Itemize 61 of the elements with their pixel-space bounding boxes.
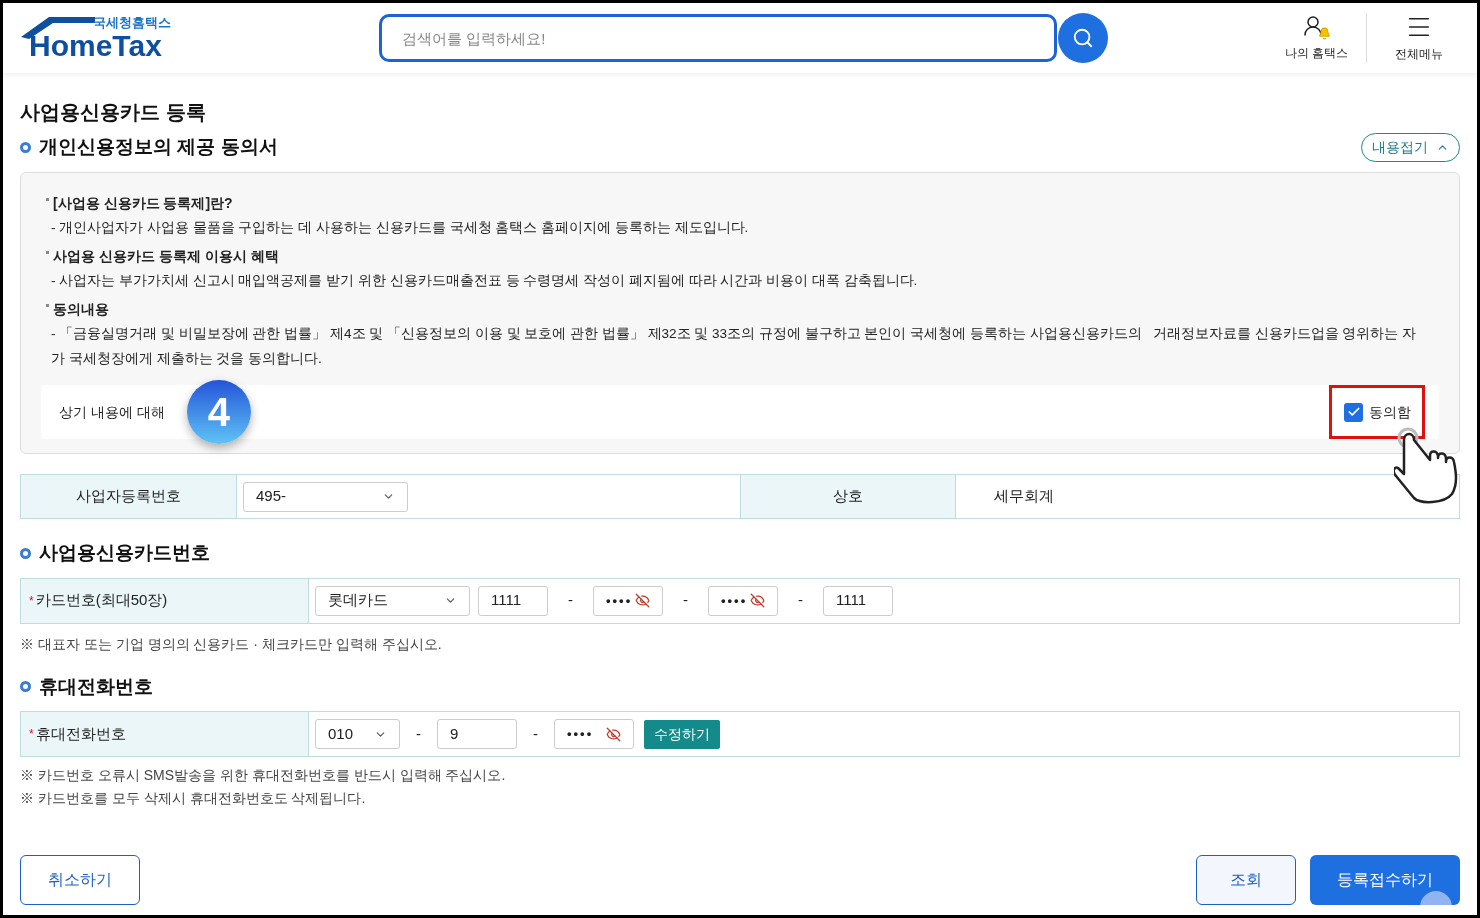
masked-input-field[interactable]: ••••	[554, 719, 634, 749]
input-field[interactable]: 1111	[478, 585, 548, 616]
agree-label: 상기 내용에 대해	[59, 402, 165, 422]
dropdown-select[interactable]: 495-	[243, 481, 408, 512]
masked-input-field[interactable]: ••••	[593, 585, 663, 616]
header-cell: 사업자등록번호	[21, 475, 237, 518]
item-body: - 「금융실명거래 및 비밀보장에 관한 법률」 제4조 및 「신용정보의 이용 및 보호에 관한 법률」 제32조 및 33조의 규정에 불구하고 본인이 국세청에 등록하는 사업용신용카드의 거래정보자료를 신용카드업을 영위하는 자가 국세청장에게 제출하는 것을 동의합니다.	[50, 325, 1418, 368]
page-title: 사업용신용카드 등록	[20, 100, 207, 125]
section-heading: 개인신용정보의 제공 동의서	[39, 135, 278, 160]
logo-subtitle: 국세청홈택스	[93, 14, 171, 32]
search-icon	[1072, 27, 1094, 49]
item-title: 사업용 신용카드 등록제 이용시 혜택	[53, 247, 279, 266]
dropdown-select[interactable]: 롯데카드	[315, 585, 470, 616]
edit-button[interactable]: 수정하기	[644, 719, 720, 749]
search-button[interactable]	[1058, 13, 1108, 63]
separator-text: -	[415, 723, 422, 744]
logo-title: HomeTax	[29, 29, 162, 63]
my-hometax-button[interactable]: 나의 홈택스	[1276, 14, 1356, 62]
dropdown-select[interactable]: 010	[315, 719, 400, 749]
check-icon	[1346, 405, 1361, 419]
hometax-logo[interactable]: 국세청홈택스 HomeTax	[19, 13, 179, 63]
hidden-eye-icon[interactable]	[635, 593, 650, 608]
search-field[interactable]: 검색어를 입력하세요!	[379, 14, 1057, 62]
required-mark: *	[29, 592, 34, 610]
header-cell: *카드번호(최대50장)	[21, 578, 309, 623]
circle-bullet-icon	[20, 142, 31, 153]
agree-checkbox[interactable]	[1344, 402, 1363, 422]
cancel-button[interactable]: 취소하기	[20, 855, 140, 905]
masked-input-field[interactable]: ••••	[708, 585, 778, 616]
circle-bullet-icon	[20, 547, 31, 559]
required-mark: *	[29, 726, 34, 743]
input-field[interactable]: 1111	[823, 585, 893, 616]
item-title: 동의내용	[53, 300, 109, 319]
section-heading: 사업용신용카드번호	[39, 541, 210, 565]
step-badge: 4	[186, 380, 251, 444]
bullet-icon	[46, 251, 49, 254]
hidden-eye-icon[interactable]	[750, 593, 765, 608]
all-menu-button[interactable]: 전체메뉴	[1387, 13, 1451, 63]
submit-button[interactable]: 등록접수하기	[1310, 855, 1460, 905]
header-cell: *휴대전화번호	[21, 712, 309, 756]
note-text: ※ 카드번호 오류시 SMS발송을 위한 휴대전화번호를 반드시 입력해 주십시오.	[20, 766, 507, 785]
input-field[interactable]: 9	[437, 719, 517, 749]
section-heading: 휴대전화번호	[39, 674, 153, 699]
note-text: ※ 카드번호를 모두 삭제시 휴대전화번호도 삭제됩니다.	[20, 789, 367, 808]
user-bell-icon	[1301, 14, 1332, 40]
separator-text: -	[532, 723, 539, 744]
item-body: - 사업자는 부가가치세 신고시 매입액공제를 받기 위한 신용카드매출전표 등 수령명세 작성이 폐지됨에 따라 시간과 비용이 대폭 감축됩니다.	[50, 272, 919, 290]
hidden-eye-icon[interactable]	[606, 726, 621, 742]
circle-bullet-icon	[20, 681, 31, 693]
item-title: [사업용 신용카드 등록제]란?	[53, 194, 233, 213]
bullet-icon	[46, 304, 49, 307]
separator-text: -	[567, 590, 574, 611]
inquiry-button[interactable]: 조회	[1196, 855, 1296, 905]
item-body: - 개인사업자가 사업용 물품을 구입하는 데 사용하는 신용카드를 국세청 홈택스 홈페이지에 등록하는 제도입니다.	[50, 219, 750, 237]
checkbox-label: 동의함	[1369, 402, 1411, 422]
separator-text: -	[682, 590, 689, 611]
bullet-icon	[46, 198, 49, 201]
separator-text: -	[797, 590, 804, 611]
note-text: ※ 대표자 또는 기업 명의의 신용카드 · 체크카드만 입력해 주십시오.	[20, 634, 443, 654]
table-cell-text: 세무회계	[993, 486, 1054, 507]
header-cell: 상호	[740, 475, 956, 518]
